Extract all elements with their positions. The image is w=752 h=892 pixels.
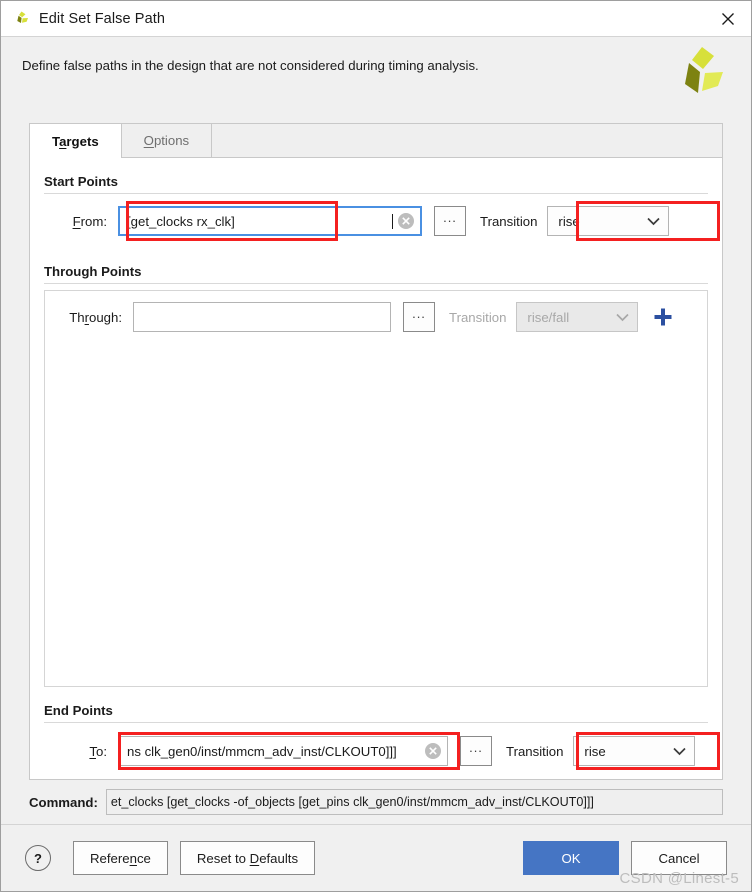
tab-area: Targets Options Start Points From: [get_… [29, 123, 723, 780]
from-transition-select[interactable]: rise [547, 206, 670, 236]
to-row: To: ns clk_gen0/inst/mmcm_adv_inst/CLKOU… [44, 723, 720, 779]
end-points-group-label: End Points [44, 703, 113, 718]
plus-icon[interactable] [652, 306, 674, 328]
edit-set-false-path-dialog: Edit Set False Path Define false paths i… [0, 0, 752, 892]
through-row: Through: ... Transition rise/fall [55, 291, 697, 343]
help-button[interactable]: ? [25, 845, 51, 871]
through-points-panel: Through: ... Transition rise/fall [44, 290, 708, 687]
tab-strip: Targets Options [29, 123, 723, 158]
title-bar: Edit Set False Path [1, 1, 751, 37]
close-icon[interactable] [705, 1, 751, 36]
through-transition-label: Transition [449, 309, 507, 325]
through-transition-select: rise/fall [516, 302, 639, 332]
reference-button[interactable]: Reference [73, 841, 168, 875]
chevron-down-icon [673, 744, 687, 759]
from-input[interactable]: [get_clocks rx_clk] [118, 206, 422, 236]
through-transition-value: rise/fall [527, 309, 570, 325]
tab-options[interactable]: Options [122, 124, 213, 157]
button-bar: ? Reference Reset to Defaults OK Cancel … [1, 825, 751, 891]
reset-to-defaults-button[interactable]: Reset to Defaults [179, 841, 316, 875]
through-points-divider [44, 283, 708, 284]
ok-button[interactable]: OK [523, 841, 619, 875]
clear-circle-icon[interactable] [424, 742, 442, 760]
tab-targets[interactable]: Targets [30, 124, 122, 158]
through-browse-button[interactable]: ... [403, 302, 435, 332]
command-value: et_clocks [get_clocks -of_objects [get_p… [105, 789, 723, 815]
through-points-group-label: Through Points [44, 264, 142, 279]
chevron-down-icon [616, 310, 630, 325]
xilinx-logo-icon [669, 45, 725, 107]
from-transition-value: rise [558, 213, 580, 229]
text-caret [392, 213, 393, 229]
chevron-down-icon [647, 214, 661, 229]
vivado-logo-icon [12, 10, 30, 28]
from-transition-label: Transition [480, 213, 538, 229]
to-input[interactable]: ns clk_gen0/inst/mmcm_adv_inst/CLKOUT0]]… [118, 736, 448, 766]
through-input[interactable] [133, 302, 391, 332]
from-browse-button[interactable]: ... [434, 206, 466, 236]
watermark: CSDN @Linest-5 [619, 870, 739, 887]
to-label: To: [89, 743, 107, 759]
through-label: Through: [69, 309, 122, 325]
from-input-value: [get_clocks rx_clk] [127, 213, 235, 229]
to-transition-value: rise [584, 743, 606, 759]
command-label: Command: [29, 794, 98, 810]
start-points-group-label: Start Points [44, 174, 119, 189]
from-row: From: [get_clocks rx_clk] ... Transition… [44, 194, 720, 248]
to-transition-select[interactable]: rise [573, 736, 696, 766]
targets-panel: Start Points From: [get_clocks rx_clk] .… [29, 157, 723, 780]
window-title: Edit Set False Path [39, 10, 166, 27]
dialog-description: Define false paths in the design that ar… [22, 58, 479, 73]
to-transition-label: Transition [506, 743, 564, 759]
command-row: Command: et_clocks [get_clocks -of_objec… [1, 780, 751, 824]
description-row: Define false paths in the design that ar… [1, 37, 751, 123]
clear-circle-icon[interactable] [397, 212, 415, 230]
to-input-value: ns clk_gen0/inst/mmcm_adv_inst/CLKOUT0]]… [127, 743, 397, 759]
to-browse-button[interactable]: ... [460, 736, 492, 766]
from-label: From: [72, 213, 107, 229]
